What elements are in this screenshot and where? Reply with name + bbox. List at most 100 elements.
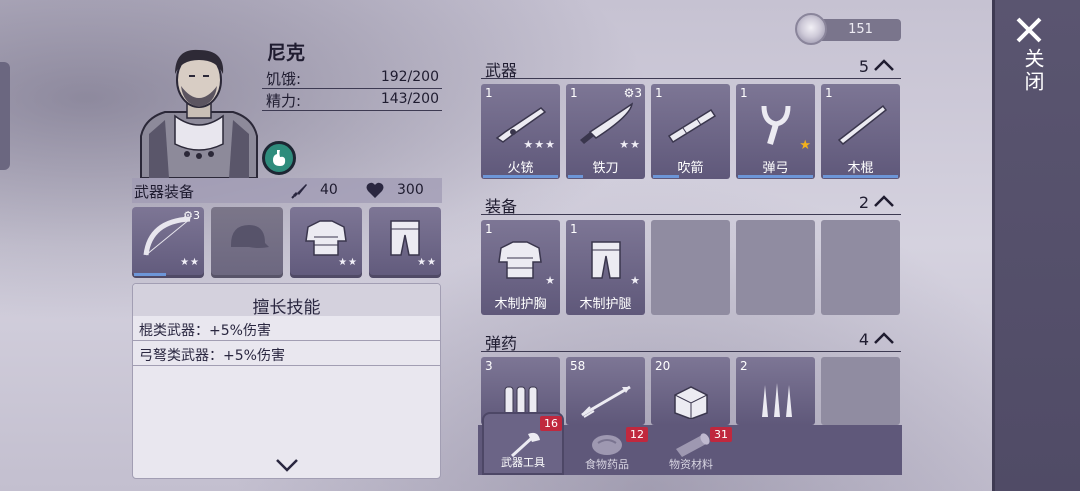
tab-badge: 12	[626, 427, 648, 442]
item-arrows[interactable]: 58	[566, 357, 645, 425]
hunger-row: 饥饿: 192/200	[262, 67, 442, 89]
item-name: 木制护腿	[579, 297, 632, 312]
empty-slot	[736, 220, 815, 315]
leg-armor-icon	[390, 220, 420, 256]
blowgun-icon	[667, 108, 717, 144]
hunger-value: 192/200	[380, 69, 439, 85]
item-qty: 20	[655, 359, 671, 373]
section-title: 装备	[485, 197, 518, 216]
section-count: 5	[858, 57, 869, 76]
equip-slot-legs[interactable]: ★★	[369, 207, 441, 278]
left-edge-handle[interactable]	[0, 62, 10, 170]
equipment-title: 武器装备	[134, 183, 195, 201]
tab-label: 武器工具	[501, 456, 545, 469]
character-name: 尼克	[267, 42, 306, 64]
equip-slot-bow[interactable]: ⚙3 ★★	[132, 207, 204, 278]
section-count: 4	[858, 330, 869, 349]
leg-armor-icon	[591, 241, 621, 279]
section-title: 武器	[485, 61, 518, 80]
heart-icon	[366, 182, 384, 198]
arrow-icon	[581, 385, 631, 418]
item-name: 吹箭	[677, 161, 704, 176]
ammo-section-header[interactable]: 弹药 4	[481, 328, 901, 353]
item-qty: 2	[740, 359, 748, 373]
health-value: 300	[397, 182, 424, 198]
close-label[interactable]: 关闭	[1019, 48, 1048, 94]
star-rating: ★★	[619, 138, 641, 151]
section-count: 2	[858, 193, 869, 212]
close-panel[interactable]: 关闭	[992, 0, 1080, 491]
sword-icon	[291, 184, 307, 199]
ammo-box-icon	[674, 386, 708, 419]
tab-materials[interactable]: 31 物资材料	[650, 425, 732, 475]
item-qty: 1	[825, 86, 833, 100]
skills-panel: 擅长技能 棍类武器：+5%伤害 弓弩类武器：+5%伤害	[132, 283, 441, 479]
equip-slot-head[interactable]	[211, 207, 283, 278]
durability-bar	[823, 175, 898, 178]
durability-bar	[653, 175, 679, 178]
item-qty: 58	[570, 359, 586, 373]
bow-icon	[143, 216, 191, 256]
item-name: 弹弓	[762, 161, 789, 176]
chevron-down-icon[interactable]	[275, 458, 299, 472]
durability-bar	[483, 175, 558, 178]
stomach-status-icon[interactable]	[262, 141, 296, 175]
chest-armor-icon	[498, 241, 542, 279]
energy-value: 143/200	[380, 91, 439, 107]
chevron-up-icon[interactable]	[873, 331, 895, 345]
item-stick[interactable]: 1 木棍	[821, 84, 900, 179]
hunger-label: 饥饿:	[266, 70, 302, 88]
durability-bar	[738, 175, 813, 178]
energy-label: 精力:	[266, 92, 302, 110]
skill-item: 棍类武器：+5%伤害	[133, 316, 440, 341]
item-wooden-chestguard[interactable]: 1 ★ 木制护胸	[481, 220, 560, 315]
currency-amount: 151	[848, 22, 873, 37]
tab-food-medicine[interactable]: 12 食物药品	[566, 425, 648, 475]
durability-bar	[568, 175, 583, 178]
item-ammo-box[interactable]: 20	[651, 357, 730, 425]
attack-value: 40	[320, 182, 338, 198]
chevron-up-icon[interactable]	[873, 194, 895, 208]
skill-item: 弓弩类武器：+5%伤害	[133, 341, 440, 366]
item-name: 火铳	[507, 161, 534, 176]
skills-title: 擅长技能	[133, 284, 440, 318]
star-rating: ★★	[417, 257, 437, 268]
tab-weapons-tools[interactable]: 16 武器工具	[482, 412, 564, 475]
star-rating: ★	[630, 274, 641, 287]
cap-icon	[231, 225, 269, 248]
item-slingshot[interactable]: 1 ★ 弹弓	[736, 84, 815, 179]
chevron-up-icon[interactable]	[873, 58, 895, 72]
chest-armor-icon	[305, 220, 347, 256]
energy-row: 精力: 143/200	[262, 89, 442, 111]
weapons-section-header[interactable]: 武器 5	[481, 55, 901, 80]
star-rating: ★★★	[523, 138, 556, 151]
category-tab-bar: 16 武器工具 12 食物药品 31 物资材料	[478, 412, 902, 475]
close-icon[interactable]	[1015, 16, 1043, 44]
star-rating: ★	[545, 274, 556, 287]
equipment-section-header[interactable]: 装备 2	[481, 191, 901, 216]
slingshot-icon	[761, 105, 791, 145]
tab-badge: 16	[540, 416, 562, 431]
gold-star-icon: ★	[799, 138, 811, 153]
equip-slot-chest[interactable]: ★★	[290, 207, 362, 278]
star-rating: ★★	[180, 257, 200, 268]
item-musket[interactable]: 1 ★★★ 火铳	[481, 84, 560, 179]
item-qty: 1	[570, 86, 578, 100]
item-blowgun[interactable]: 1 吹箭	[651, 84, 730, 179]
item-spikes[interactable]: 2	[736, 357, 815, 425]
section-title: 弹药	[485, 334, 518, 353]
star-rating: ★★	[338, 257, 358, 268]
item-name: 铁刀	[592, 161, 619, 176]
item-qty: 1	[740, 86, 748, 100]
tab-badge: 31	[710, 427, 732, 442]
item-qty: 1	[570, 222, 578, 236]
empty-slot	[821, 220, 900, 315]
gear-level: ⚙3	[623, 86, 642, 100]
durability-bar	[134, 273, 167, 276]
item-name: 木制护胸	[494, 297, 547, 312]
item-wooden-legguard[interactable]: 1 ★ 木制护腿	[566, 220, 645, 315]
item-iron-knife[interactable]: 1 ⚙3 ★★ 铁刀	[566, 84, 645, 179]
item-name: 木棍	[847, 161, 874, 176]
character-portrait	[140, 49, 258, 178]
tab-label: 物资材料	[669, 458, 713, 471]
